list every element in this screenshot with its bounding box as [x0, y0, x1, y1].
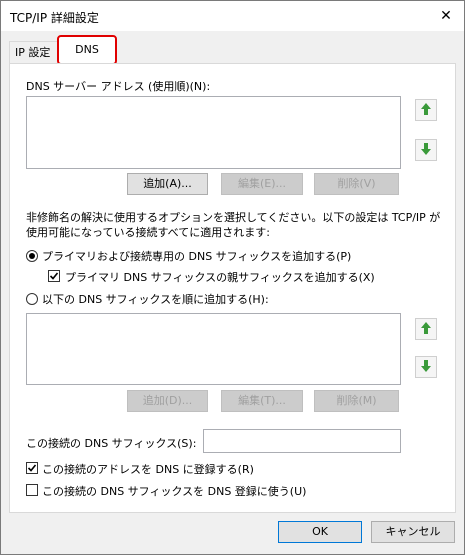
window-title: TCP/IP 詳細設定: [10, 11, 99, 25]
dns-server-add-button[interactable]: 追加(A)...: [127, 173, 208, 195]
register-address-checkbox-label: この接続のアドレスを DNS に登録する(R): [42, 463, 254, 476]
dns-server-list-label: DNS サーバー アドレス (使用順)(N):: [26, 80, 211, 93]
arrow-down-icon: [420, 142, 432, 159]
title-bar: TCP/IP 詳細設定 ✕: [1, 1, 464, 31]
tab-dns[interactable]: DNS: [57, 35, 117, 65]
close-icon[interactable]: ✕: [436, 6, 456, 26]
arrow-up-icon: [420, 321, 432, 338]
suffix-move-up-button[interactable]: [415, 318, 437, 340]
resolution-description-line1: 非修飾名の解決に使用するオプションを選択してください。以下の設定は TCP/IP…: [26, 211, 441, 224]
dns-server-move-down-button[interactable]: [415, 139, 437, 161]
parent-suffix-checkbox[interactable]: [48, 270, 60, 282]
primary-suffix-radio-label: プライマリおよび接続専用の DNS サフィックスを追加する(P): [42, 250, 352, 263]
register-address-checkbox[interactable]: [26, 462, 38, 474]
dns-server-move-up-button[interactable]: [415, 99, 437, 121]
dns-server-list[interactable]: [26, 96, 401, 169]
arrow-down-icon: [420, 359, 432, 376]
connection-suffix-input[interactable]: [203, 429, 401, 453]
suffix-order-radio-label: 以下の DNS サフィックスを順に追加する(H):: [42, 293, 269, 306]
arrow-up-icon: [420, 102, 432, 119]
dns-suffix-list[interactable]: [26, 313, 401, 385]
dialog-window: TCP/IP 詳細設定 ✕ IP 設定 DNS DNS サーバー アドレス (使…: [0, 0, 465, 555]
ok-button[interactable]: OK: [278, 521, 362, 543]
suffix-move-down-button[interactable]: [415, 356, 437, 378]
parent-suffix-checkbox-label: プライマリ DNS サフィックスの親サフィックスを追加する(X): [65, 271, 375, 284]
cancel-button[interactable]: キャンセル: [371, 521, 455, 543]
suffix-remove-button[interactable]: 削除(M): [314, 390, 399, 412]
suffix-add-button[interactable]: 追加(D)...: [127, 390, 208, 412]
suffix-order-radio[interactable]: [26, 293, 38, 305]
primary-suffix-radio[interactable]: [26, 250, 38, 262]
dns-server-edit-button[interactable]: 編集(E)...: [221, 173, 303, 195]
dns-server-remove-button[interactable]: 削除(V): [314, 173, 399, 195]
use-suffix-registration-checkbox-label: この接続の DNS サフィックスを DNS 登録に使う(U): [42, 485, 307, 498]
tab-ip-settings[interactable]: IP 設定: [9, 41, 61, 63]
connection-suffix-label: この接続の DNS サフィックス(S):: [26, 437, 197, 450]
suffix-edit-button[interactable]: 編集(T)...: [221, 390, 303, 412]
use-suffix-registration-checkbox[interactable]: [26, 484, 38, 496]
dns-tab-panel: DNS サーバー アドレス (使用順)(N): 追加(A)... 編集(E)..…: [9, 63, 456, 513]
resolution-description-line2: 使用可能になっている接続すべてに適用されます:: [26, 226, 270, 239]
